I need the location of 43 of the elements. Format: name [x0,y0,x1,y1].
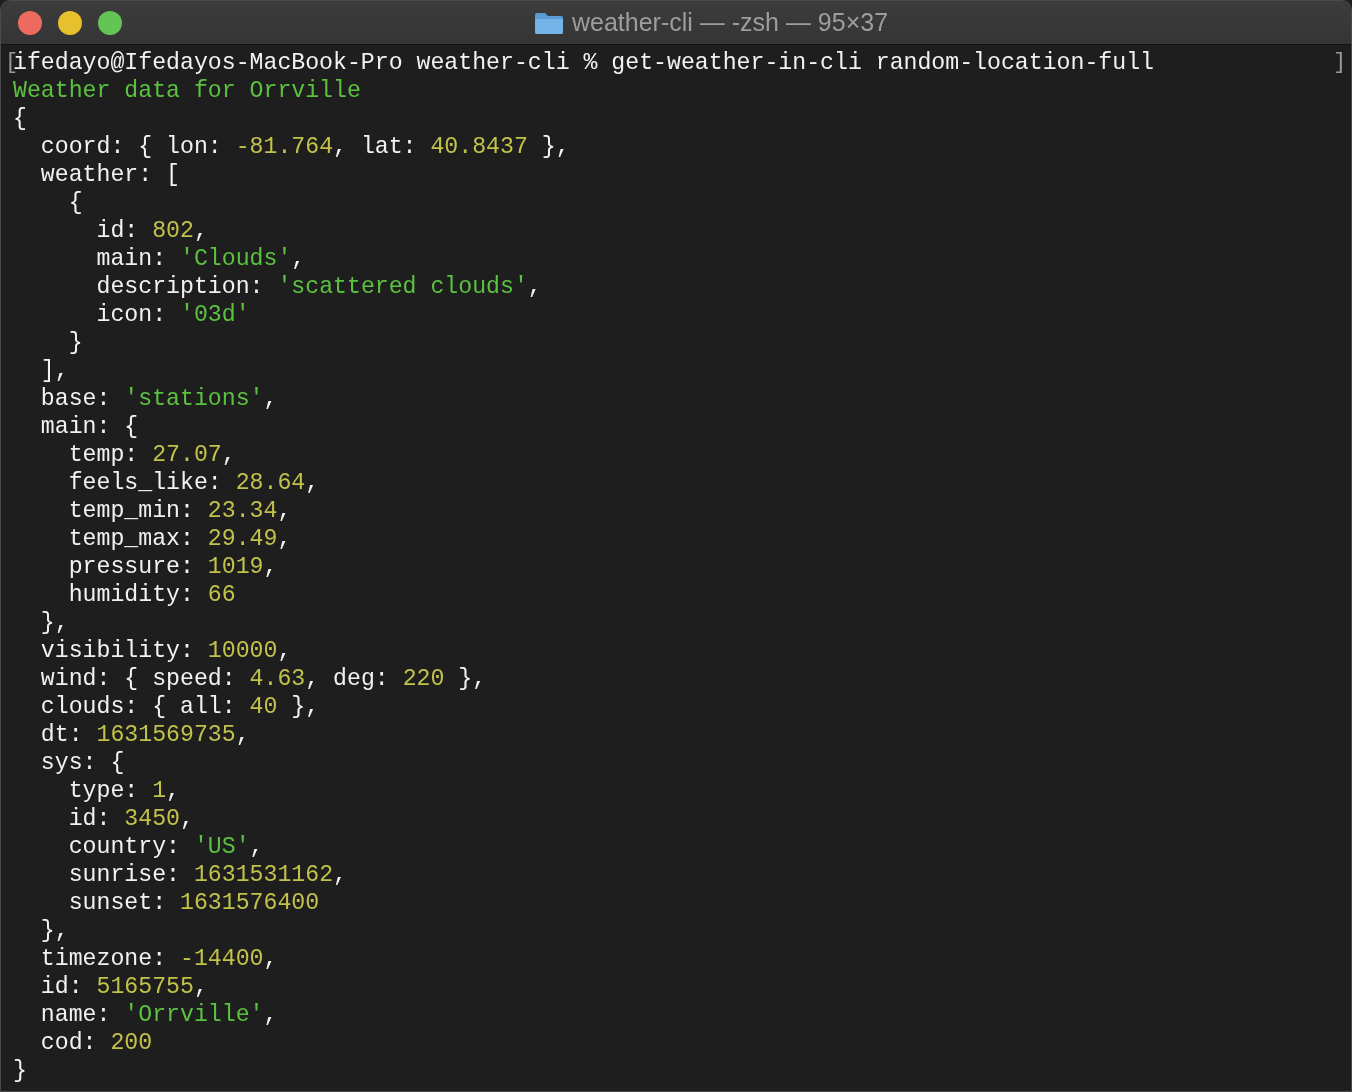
output-line: dt: 1631569735, [39,721,250,749]
output-line: sunrise: 1631531162, [67,861,347,889]
output-line: timezone: -14400, [39,945,278,973]
output-line: type: 1, [67,777,180,805]
output-line: icon: '03d' [95,301,250,329]
minimize-button[interactable] [58,10,82,35]
folder-icon [533,10,564,35]
output-line: clouds: { all: 40 }, [39,693,320,721]
output-line: sunset: 1631576400 [67,889,320,917]
output-line: pressure: 1019, [67,553,278,581]
output-line: coord: { lon: -81.764, lat: 40.8437 }, [39,133,570,161]
zoom-button[interactable] [98,10,122,35]
output-line: temp: 27.07, [67,441,236,469]
output-line: }, [39,609,69,637]
line-mark: ] [1333,49,1341,77]
output-line: ], [39,357,69,385]
output-line: Weather data for Orrville [13,77,361,105]
output-line: temp_min: 23.34, [67,497,292,525]
output-line: id: 5165755, [39,973,208,1001]
output-line: }, [39,917,69,945]
output-line: wind: { speed: 4.63, deg: 220 }, [39,665,487,693]
output-line: name: 'Orrville', [39,1001,278,1029]
output-line: humidity: 66 [67,581,236,609]
output-line: { [13,105,27,133]
output-line: base: 'stations', [39,385,278,413]
output-line: visibility: 10000, [39,637,292,665]
output-line: temp_max: 29.49, [67,525,292,553]
output-line: cod: 200 [39,1029,153,1057]
output-line: weather: [ [39,161,180,189]
output-line: sys: { [39,749,125,777]
output-line: main: { [39,413,139,441]
window-title: weather-cli — -zsh — 95×37 [571,8,889,37]
output-line: main: 'Clouds', [95,245,306,273]
output-line: feels_like: 28.64, [67,469,320,497]
output-line: description: 'scattered clouds', [95,273,542,301]
output-line: } [67,329,83,357]
output-line: { [67,189,83,217]
output-line: country: 'US', [67,833,264,861]
output-line: id: 802, [95,217,208,245]
output-line: } [13,1057,27,1085]
output-line: id: 3450, [67,805,194,833]
close-button[interactable] [18,10,42,35]
command-line: ifedayo@Ifedayos-MacBook-Pro weather-cli % get-weather-in-cli random-location-full [13,49,1154,77]
